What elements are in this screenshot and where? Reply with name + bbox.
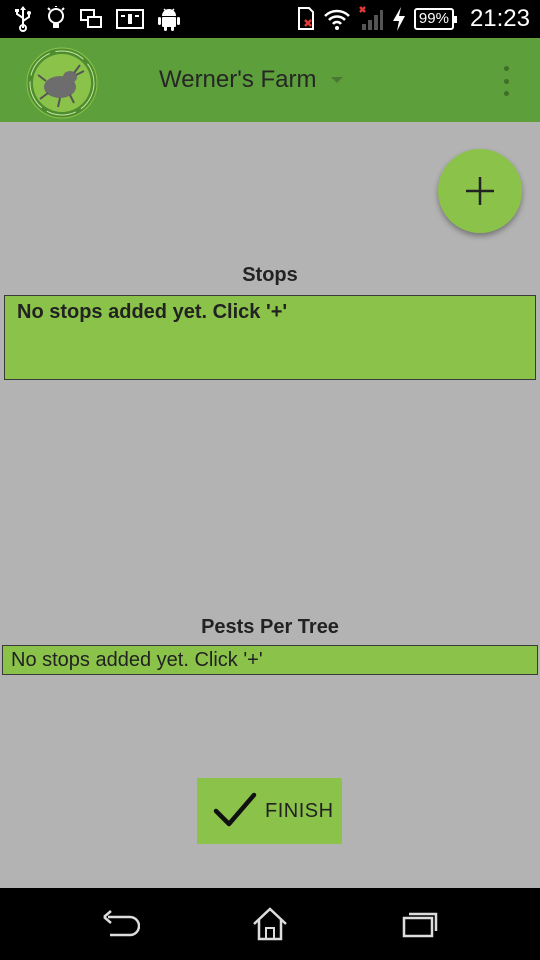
wifi-icon [324, 8, 350, 30]
stops-list[interactable]: No stops added yet. Click '+' [4, 295, 536, 380]
clock: 21:23 [469, 5, 530, 32]
battery-level: 99% [413, 8, 457, 30]
notification-icons [14, 0, 180, 38]
lightbulb-icon [46, 6, 66, 32]
finish-label: FINISH [265, 799, 334, 822]
signal-icon [358, 6, 384, 32]
system-status: 99% 21:23 [296, 0, 530, 38]
pests-heading: Pests Per Tree [201, 616, 339, 638]
app-logo[interactable] [26, 47, 98, 119]
navigation-bar [0, 888, 540, 960]
stops-heading: Stops [242, 264, 298, 286]
charging-icon [392, 7, 406, 31]
finish-button[interactable]: FINISH [197, 778, 342, 844]
usb-icon [14, 6, 32, 32]
plus-icon [466, 177, 494, 205]
farm-selector[interactable]: Werner's Farm [159, 38, 343, 122]
sd-card-icon [296, 7, 316, 31]
android-icon [158, 6, 180, 32]
home-icon[interactable] [250, 906, 290, 942]
overflow-menu-icon[interactable] [496, 66, 516, 96]
pests-list[interactable]: No stops added yet. Click '+' [2, 645, 538, 675]
back-icon[interactable] [100, 906, 140, 942]
id-card-icon [116, 8, 144, 30]
app-bar: Werner's Farm [0, 38, 540, 122]
checkmark-icon [213, 792, 257, 827]
status-bar: 99% 21:23 [0, 0, 540, 38]
recent-apps-icon[interactable] [400, 906, 440, 942]
screen-mirror-icon [80, 8, 102, 30]
page-title: Werner's Farm [159, 66, 317, 93]
dropdown-arrow-icon [330, 77, 343, 83]
add-stop-button[interactable] [438, 149, 522, 233]
